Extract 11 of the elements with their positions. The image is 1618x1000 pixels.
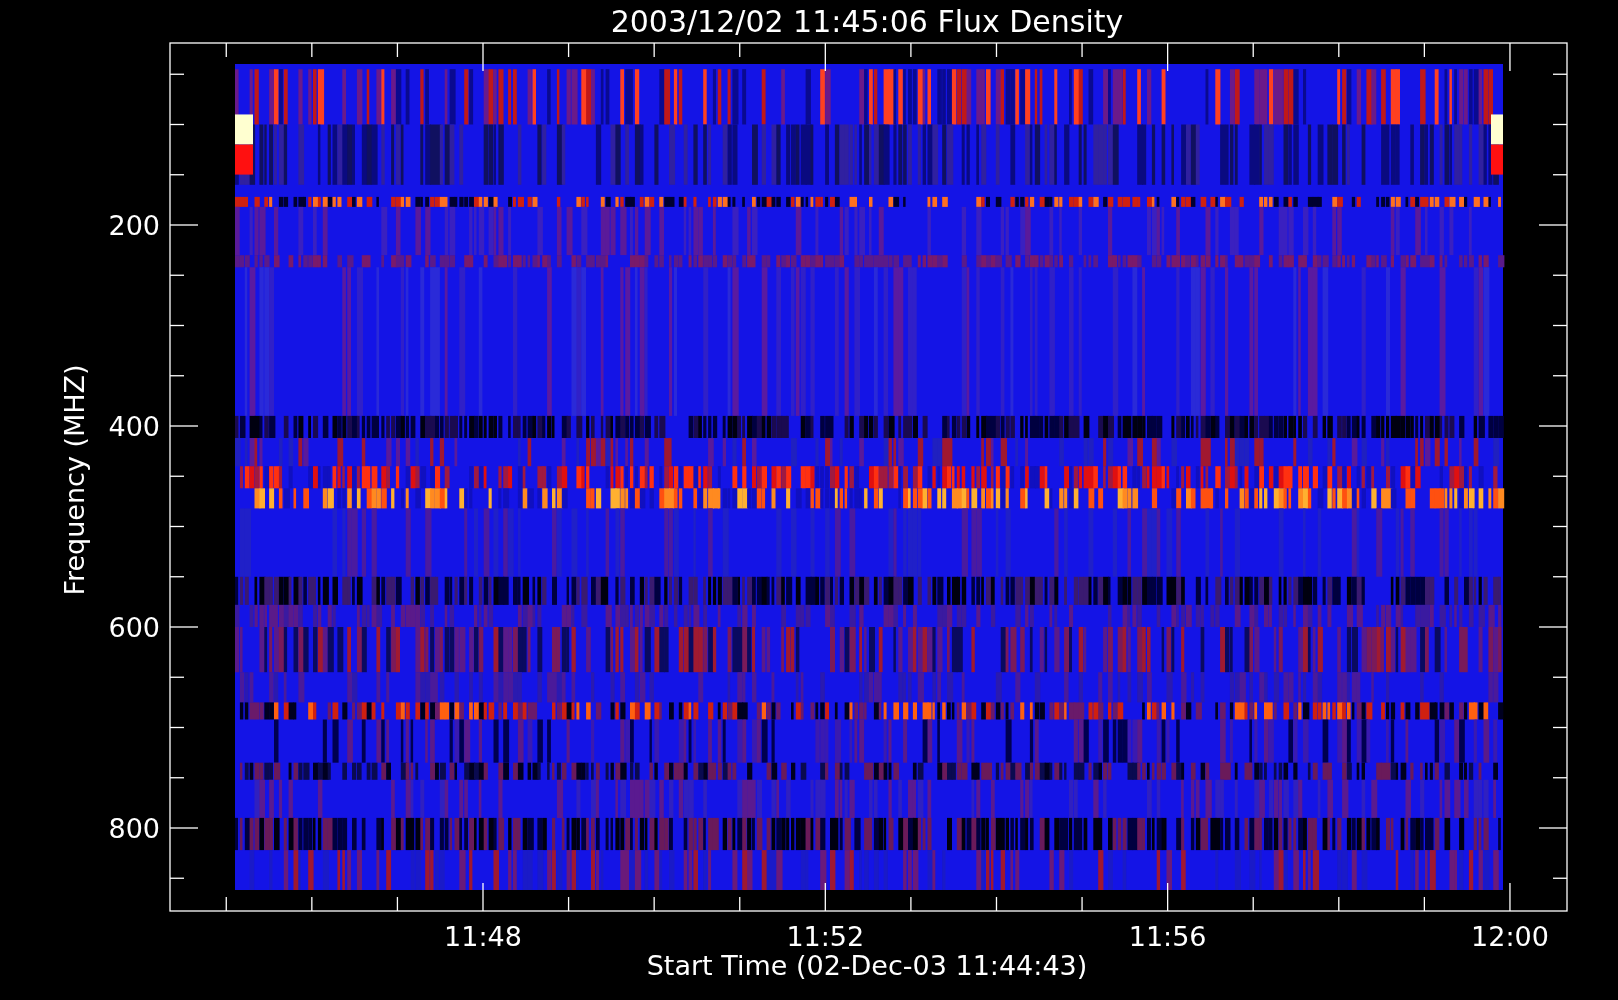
axis-title: Start Time (02-Dec-03 11:44:43) [646,950,1088,981]
tick-label: 200 [108,210,160,241]
tick-label: 400 [108,411,160,442]
tick-label: 11:52 [786,921,865,952]
tick-label: 12:00 [1471,921,1549,952]
chart-title: 2003/12/02 11:45:06 Flux Density [610,4,1124,39]
tick-label: 11:48 [444,921,522,952]
tick-label: 600 [108,612,160,643]
axis-title: Frequency (MHZ) [59,364,90,596]
tick-label: 800 [108,813,160,844]
tick-label: 11:56 [1128,921,1207,952]
